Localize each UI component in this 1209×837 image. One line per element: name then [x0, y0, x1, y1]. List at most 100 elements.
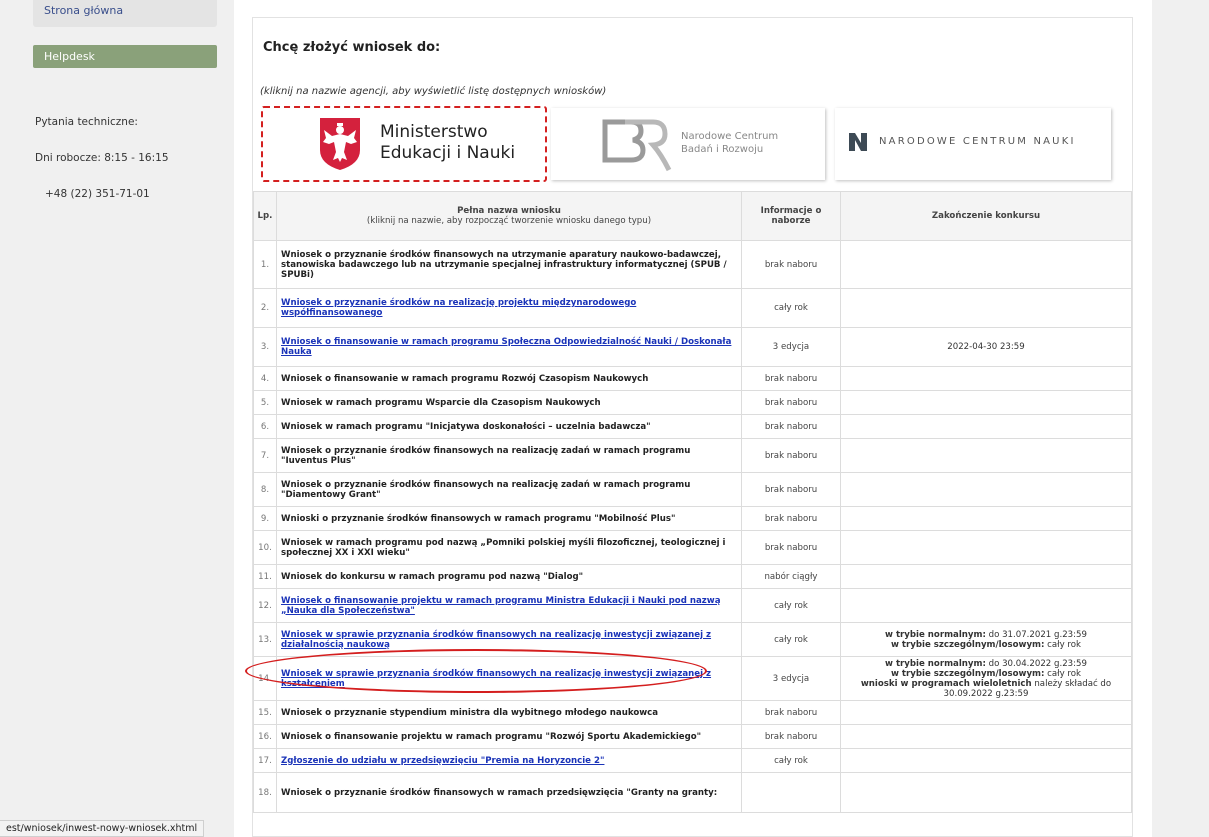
contest-end-mode: w trybie szczególnym/losowym:	[890, 639, 1045, 650]
recruitment-info: cały rok	[741, 748, 841, 773]
row-number: 18.	[253, 772, 277, 813]
row-number: 7.	[253, 438, 277, 473]
table-row: 16. Wniosek o finansowanie projektu w ram…	[253, 724, 1132, 749]
application-name-cell[interactable]: Wniosek w ramach programu "Inicjatywa do…	[276, 414, 742, 439]
table-header-row: Lp. Pełna nazwa wniosku (kliknij na nazw…	[253, 191, 1132, 241]
ncn-logo-icon	[849, 133, 867, 151]
header-name-sub: (kliknij na nazwie, aby rozpocząć tworze…	[366, 216, 652, 226]
contest-end-line: w trybie normalnym: do 31.07.2021 g.23:5…	[842, 630, 1130, 640]
row-number: 17.	[253, 748, 277, 773]
recruitment-info: nabór ciągły	[741, 564, 841, 589]
contest-end	[840, 700, 1132, 725]
recruitment-info: cały rok	[741, 588, 841, 623]
sidebar: Strona główna Helpdesk Pytania techniczn…	[33, 0, 217, 224]
recruitment-info: brak naboru	[741, 700, 841, 725]
application-link[interactable]: Wniosek o finansowanie w ramach programu…	[281, 337, 731, 357]
contest-end	[840, 772, 1132, 813]
row-number: 10.	[253, 530, 277, 565]
application-name-cell[interactable]: Wniosek o przyznanie środków finansowych…	[276, 472, 742, 507]
application-link[interactable]: Wniosek w sprawie przyznania środków fin…	[281, 630, 711, 650]
application-name-cell[interactable]: Wniosek w ramach programu Wsparcie dla C…	[276, 390, 742, 415]
ncn-logo-text: NARODOWE CENTRUM NAUKI	[879, 136, 1076, 147]
nav-home-link[interactable]: Strona główna	[33, 0, 217, 27]
contest-end	[840, 472, 1132, 507]
row-number: 1.	[253, 240, 277, 289]
contest-end-line: w trybie normalnym: do 30.04.2022 g.23:5…	[842, 659, 1130, 669]
ncbr-line: Narodowe Centrum	[681, 131, 779, 142]
application-name-cell[interactable]: Wnioski o przyznanie środków finansowych…	[276, 506, 742, 531]
agency-hint: (kliknij na nazwie agencji, aby wyświetl…	[260, 86, 607, 97]
mein-logo-text: Ministerstwo Edukacji i Nauki	[380, 122, 515, 164]
contest-end-value: do 30.04.2022 g.23:59	[985, 658, 1087, 669]
agency-logo-ncn[interactable]: NARODOWE CENTRUM NAUKI	[835, 108, 1111, 180]
row-number: 5.	[253, 390, 277, 415]
contest-end	[840, 530, 1132, 565]
agency-logo-mein[interactable]: Ministerstwo Edukacji i Nauki	[261, 106, 547, 182]
application-name-cell[interactable]: Wniosek o finansowanie w ramach programu…	[276, 366, 742, 391]
contest-end	[840, 724, 1132, 749]
application-name-cell: Wniosek w sprawie przyznania środków fin…	[276, 656, 742, 701]
contest-end	[840, 506, 1132, 531]
nav-helpdesk[interactable]: Helpdesk	[33, 45, 217, 68]
agency-logo-ncbr[interactable]: Narodowe Centrum Badań i Rozwoju	[551, 108, 825, 180]
status-bar-url: est/wniosek/inwest-nowy-wniosek.xhtml	[0, 820, 205, 837]
application-name-cell[interactable]: Wniosek o przyznanie stypendium ministra…	[276, 700, 742, 725]
row-number: 14.	[253, 656, 277, 701]
table-row: 14. Wniosek w sprawie przyznania środków …	[253, 656, 1132, 701]
help-line: Pytania techniczne:	[35, 116, 138, 128]
recruitment-info: brak naboru	[741, 530, 841, 565]
application-link[interactable]: Wniosek o finansowanie projektu w ramach…	[281, 596, 721, 616]
recruitment-info: cały rok	[741, 622, 841, 657]
mein-line: Ministerstwo	[380, 122, 488, 142]
contest-end-mode: w trybie normalnym:	[885, 658, 986, 669]
table-row: 12. Wniosek o finansowanie projektu w ram…	[253, 588, 1132, 623]
recruitment-info: cały rok	[741, 288, 841, 328]
application-name-cell[interactable]: Wniosek o przyznanie środków finansowych…	[276, 240, 742, 289]
table-row: 7. Wniosek o przyznanie środków finansowy…	[253, 438, 1132, 473]
application-name-cell[interactable]: Wniosek o przyznanie środków finansowych…	[276, 772, 742, 813]
application-name-cell[interactable]: Wniosek do konkursu w ramach programu po…	[276, 564, 742, 589]
applications-table: Lp. Pełna nazwa wniosku (kliknij na nazw…	[253, 191, 1132, 813]
table-row: 9. Wnioski o przyznanie środków finansowy…	[253, 506, 1132, 531]
contest-end-value: do 31.07.2021 g.23:59	[985, 629, 1087, 640]
recruitment-info: brak naboru	[741, 390, 841, 415]
application-link[interactable]: Wniosek o przyznanie środków na realizac…	[281, 298, 636, 318]
header-name-title: Pełna nazwa wniosku	[457, 206, 561, 216]
header-end: Zakończenie konkursu	[840, 191, 1132, 241]
main-panel: Chcę złożyć wniosek do: (kliknij na nazw…	[245, 17, 1133, 837]
contest-end-mode: wnioski w programach wieloletnich	[860, 678, 1032, 689]
row-number: 16.	[253, 724, 277, 749]
row-number: 11.	[253, 564, 277, 589]
table-row: 4. Wniosek o finansowanie w ramach progra…	[253, 366, 1132, 391]
row-number: 8.	[253, 472, 277, 507]
contest-end-value: cały rok	[1044, 639, 1082, 650]
recruitment-info: 3 edycja	[741, 656, 841, 701]
table-row: 11. Wniosek do konkursu w ramach programu…	[253, 564, 1132, 589]
table-row: 17. Zgłoszenie do udziału w przedsięwzięc…	[253, 748, 1132, 773]
contest-end: 2022-04-30 23:59	[840, 327, 1132, 367]
table-row: 15. Wniosek o przyznanie stypendium minis…	[253, 700, 1132, 725]
help-line: +48 (22) 351-71-01	[35, 188, 150, 200]
application-name-cell: Wniosek w sprawie przyznania środków fin…	[276, 622, 742, 657]
application-link[interactable]: Zgłoszenie do udziału w przedsięwzięciu …	[281, 756, 604, 766]
helpdesk-contact: Pytania techniczne: Dni robocze: 8:15 - …	[33, 92, 217, 224]
header-lp: Lp.	[253, 191, 277, 241]
recruitment-info: brak naboru	[741, 240, 841, 289]
contest-end-mode: w trybie szczególnym/losowym:	[890, 668, 1045, 679]
header-name: Pełna nazwa wniosku (kliknij na nazwie, …	[276, 191, 742, 241]
contest-end	[840, 588, 1132, 623]
contest-end	[840, 438, 1132, 473]
contest-end	[840, 288, 1132, 328]
table-row: 13. Wniosek w sprawie przyznania środków …	[253, 622, 1132, 657]
application-name-cell[interactable]: Wniosek w ramach programu pod nazwą „Pom…	[276, 530, 742, 565]
polish-eagle-icon	[320, 118, 360, 170]
application-link[interactable]: Wniosek w sprawie przyznania środków fin…	[281, 669, 711, 689]
row-number: 13.	[253, 622, 277, 657]
application-name-cell[interactable]: Wniosek o finansowanie projektu w ramach…	[276, 724, 742, 749]
contest-end	[840, 414, 1132, 439]
application-name-cell: Wniosek o finansowanie w ramach programu…	[276, 327, 742, 367]
application-name-cell: Wniosek o przyznanie środków na realizac…	[276, 288, 742, 328]
contest-end-mode: w trybie normalnym:	[885, 629, 986, 640]
recruitment-info	[741, 772, 841, 813]
application-name-cell[interactable]: Wniosek o przyznanie środków finansowych…	[276, 438, 742, 473]
